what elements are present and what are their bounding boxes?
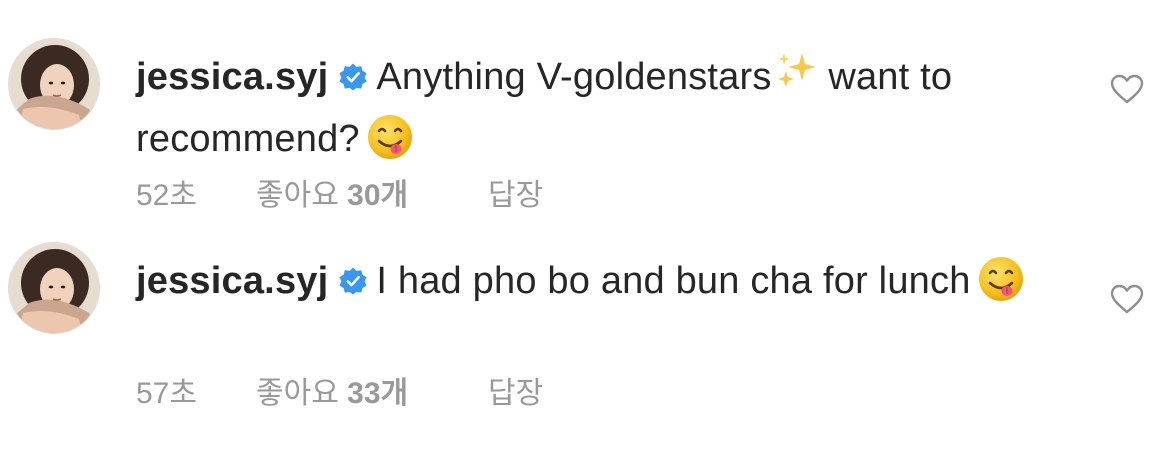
heart-outline-icon[interactable]	[1110, 284, 1144, 314]
likes-prefix: 좋아요	[256, 179, 348, 212]
likes-count[interactable]: 좋아요 30개	[256, 170, 408, 214]
likes-count[interactable]: 좋아요 33개	[256, 368, 408, 412]
comment-time: 52초	[136, 179, 197, 212]
comment-body: jessica.syj I had pho bo and bun cha for…	[136, 250, 1036, 312]
comment-time: 57초	[136, 377, 197, 410]
reply-button[interactable]: 답장	[488, 170, 543, 214]
likes-number: 30	[347, 179, 381, 212]
verified-badge-icon	[339, 63, 367, 91]
likes-prefix: 좋아요	[256, 377, 348, 410]
face-savoring-food-emoji	[367, 115, 412, 159]
avatar[interactable]	[8, 38, 100, 130]
sparkles-emoji	[777, 53, 816, 87]
comment-text: I had pho bo and bun cha for lunch	[376, 260, 971, 302]
comment-body: jessica.syj Anything V-goldenstars want …	[136, 46, 1036, 170]
reply-button[interactable]: 답장	[488, 368, 543, 412]
face-savoring-food-emoji	[978, 257, 1023, 301]
username-link[interactable]: jessica.syj	[136, 56, 328, 98]
likes-suffix: 개	[380, 179, 409, 212]
comment-text: Anything V-goldenstars	[376, 56, 772, 98]
likes-suffix: 개	[380, 377, 409, 410]
verified-badge-icon	[339, 267, 367, 295]
avatar[interactable]	[8, 242, 100, 334]
username-link[interactable]: jessica.syj	[136, 260, 328, 302]
heart-outline-icon[interactable]	[1110, 74, 1144, 104]
likes-number: 33	[347, 377, 381, 410]
